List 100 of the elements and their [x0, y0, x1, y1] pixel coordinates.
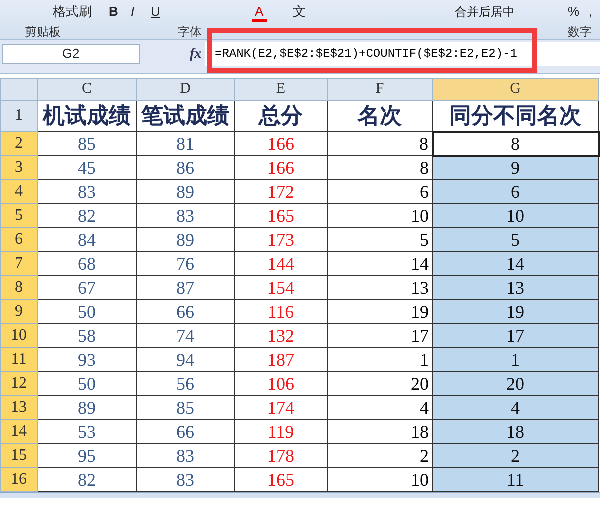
table-cell: 187 [234, 348, 328, 372]
table-cell: 67 [38, 276, 136, 300]
table-cell: 95 [38, 444, 136, 468]
table-cell: 76 [136, 252, 234, 276]
table-cell: 10 [432, 204, 598, 228]
row-header[interactable]: 12 [0, 372, 38, 396]
percent-button[interactable]: % [565, 2, 583, 22]
table-cell: 85 [38, 132, 136, 156]
table-cell: 81 [136, 132, 234, 156]
table-cell: 50 [38, 372, 136, 396]
table-cell: 89 [136, 228, 234, 252]
table-cell: 83 [136, 204, 234, 228]
table-cell: 11 [432, 468, 598, 492]
row-header[interactable]: 7 [0, 252, 38, 276]
italic-button[interactable]: I [128, 2, 138, 22]
row-header[interactable]: 4 [0, 180, 38, 204]
column-header[interactable]: C [38, 78, 136, 100]
comma-button[interactable]: , [586, 2, 596, 22]
row-header[interactable]: 11 [0, 348, 38, 372]
table-cell: 66 [136, 300, 234, 324]
table-cell: 173 [234, 228, 328, 252]
insert-function-button[interactable]: fx [190, 44, 202, 65]
table-cell: 2 [328, 444, 432, 468]
row-header[interactable]: 1 [0, 100, 38, 132]
table-cell: 58 [38, 324, 136, 348]
table-cell: 86 [136, 156, 234, 180]
group-label: 字体 [178, 24, 202, 40]
name-box[interactable]: G2 [2, 44, 140, 64]
underline-button[interactable]: U [148, 2, 164, 22]
column-header[interactable]: F [328, 78, 432, 100]
table-cell: 84 [38, 228, 136, 252]
row-header[interactable]: 15 [0, 444, 38, 468]
row-header[interactable]: 6 [0, 228, 38, 252]
table-cell: 83 [38, 180, 136, 204]
table-cell: 166 [234, 156, 328, 180]
font-color-button[interactable]: A [252, 2, 267, 22]
table-cell: 8 [328, 156, 432, 180]
table-cell: 165 [234, 204, 328, 228]
table-cell: 89 [38, 396, 136, 420]
table-cell: 119 [234, 420, 328, 444]
table-cell: 83 [136, 444, 234, 468]
table-cell: 6 [328, 180, 432, 204]
table-cell: 85 [136, 396, 234, 420]
table-cell: 74 [136, 324, 234, 348]
table-cell: 144 [234, 252, 328, 276]
row-header[interactable]: 13 [0, 396, 38, 420]
table-cell: 10 [328, 204, 432, 228]
select-all-corner[interactable] [0, 78, 38, 100]
table-cell: 4 [432, 396, 598, 420]
table-cell: 18 [432, 420, 598, 444]
table-cell: 154 [234, 276, 328, 300]
row-header[interactable]: 5 [0, 204, 38, 228]
table-cell: 172 [234, 180, 328, 204]
table-cell: 19 [432, 300, 598, 324]
bold-button[interactable]: B [106, 2, 122, 22]
table-cell: 1 [328, 348, 432, 372]
table-cell: 174 [234, 396, 328, 420]
table-cell: 5 [432, 228, 598, 252]
table-cell: 18 [328, 420, 432, 444]
row-header[interactable]: 14 [0, 420, 38, 444]
table-cell: 9 [432, 156, 598, 180]
table-cell: 45 [38, 156, 136, 180]
table-cell: 166 [234, 132, 328, 156]
merge-center-button[interactable]: 合并后居中 [452, 2, 518, 22]
table-cell: 17 [432, 324, 598, 348]
table-cell: 116 [234, 300, 328, 324]
row-header[interactable]: 16 [0, 468, 38, 492]
table-cell: 94 [136, 348, 234, 372]
column-header[interactable]: D [136, 78, 234, 100]
table-cell: 17 [328, 324, 432, 348]
table-cell: 178 [234, 444, 328, 468]
header-cell: 笔试成绩 [136, 100, 234, 132]
format-painter-button[interactable]: 格式刷 [50, 2, 95, 22]
table-cell: 6 [432, 180, 598, 204]
row-header[interactable]: 2 [0, 132, 38, 156]
row-header[interactable]: 9 [0, 300, 38, 324]
column-header[interactable]: G [432, 78, 598, 100]
table-cell: 4 [328, 396, 432, 420]
table-cell: 56 [136, 372, 234, 396]
table-cell: 93 [38, 348, 136, 372]
table-cell: 2 [432, 444, 598, 468]
table-cell: 87 [136, 276, 234, 300]
table-cell: 5 [328, 228, 432, 252]
column-header[interactable]: E [234, 78, 328, 100]
active-cell: 8 [432, 132, 598, 156]
group-label: 数字 [568, 24, 592, 40]
header-cell: 名次 [328, 100, 432, 132]
table-cell: 66 [136, 420, 234, 444]
phonetic-button[interactable]: 文 [290, 2, 309, 22]
table-cell: 89 [136, 180, 234, 204]
table-cell: 13 [432, 276, 598, 300]
table-cell: 14 [432, 252, 598, 276]
row-header[interactable]: 3 [0, 156, 38, 180]
table-cell: 82 [38, 204, 136, 228]
row-header[interactable]: 8 [0, 276, 38, 300]
table-cell: 68 [38, 252, 136, 276]
row-header[interactable]: 10 [0, 324, 38, 348]
table-cell: 19 [328, 300, 432, 324]
formula-field[interactable]: =RANK(E2,$E$2:$E$21)+COUNTIF($E$2:E2,E2)-1 [205, 42, 600, 66]
table-cell: 50 [38, 300, 136, 324]
